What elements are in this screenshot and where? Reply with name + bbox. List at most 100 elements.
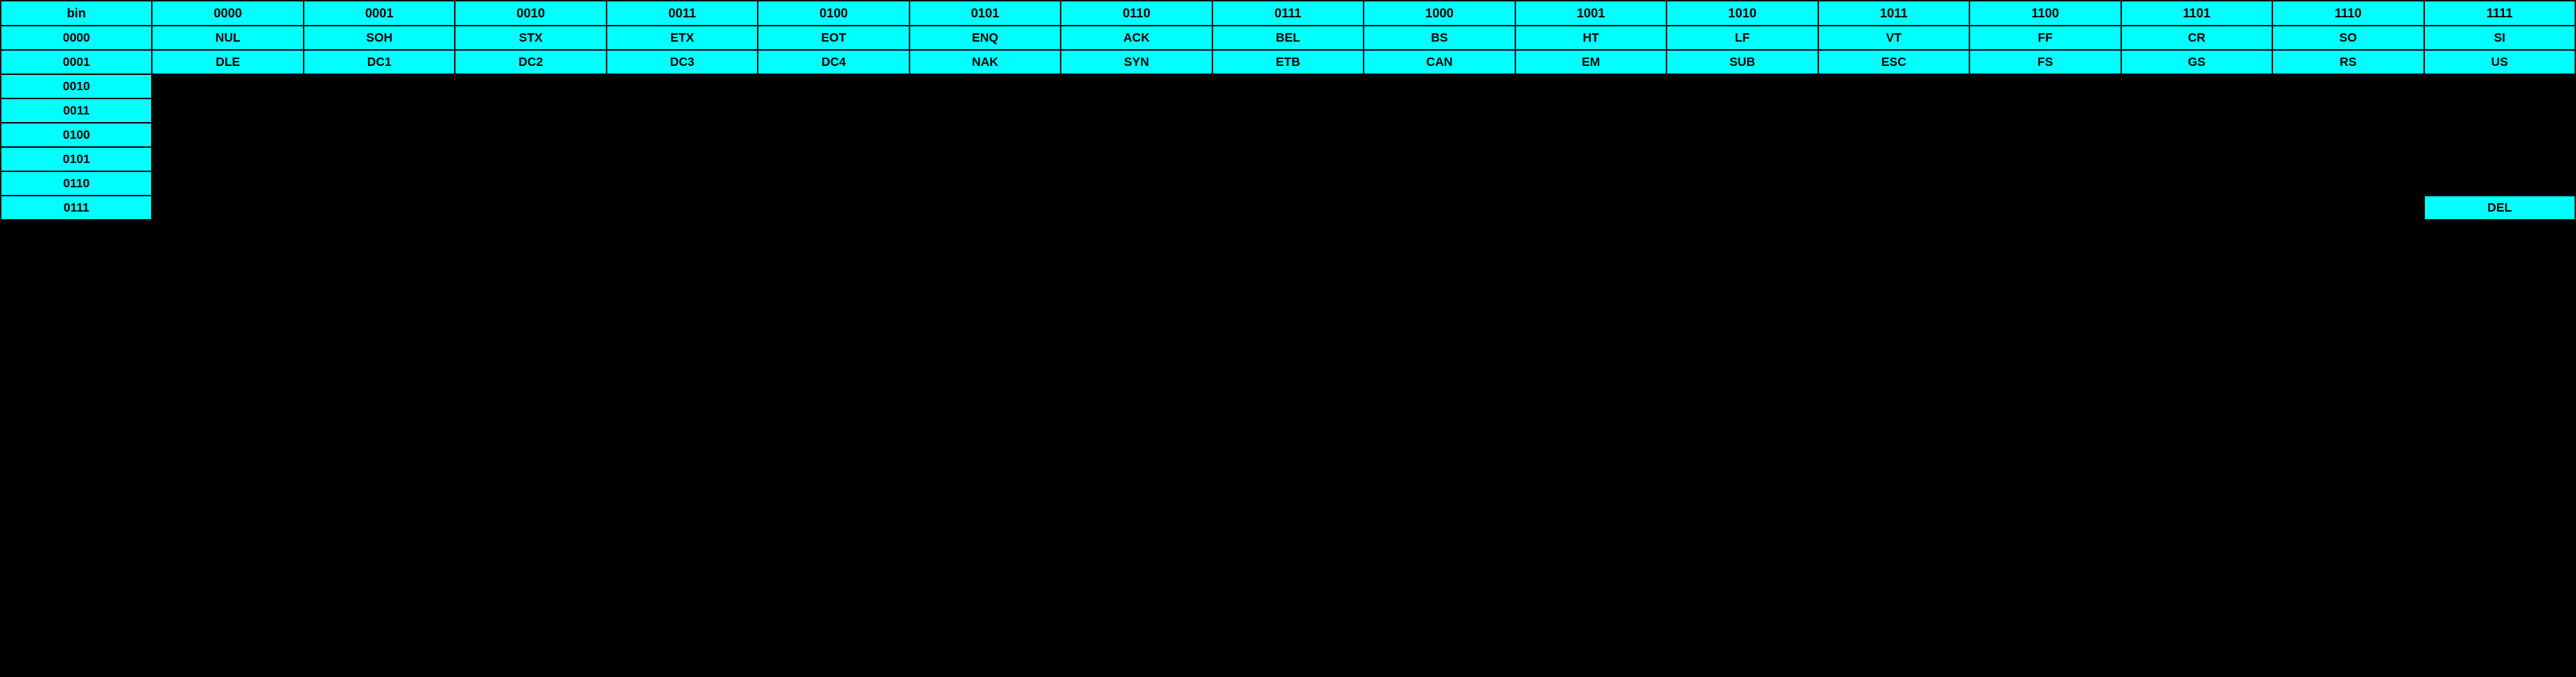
cell-0111-13 <box>2121 196 2272 220</box>
cell-0101-10 <box>1666 147 1818 171</box>
cell-0110-10 <box>1666 171 1818 196</box>
cell-0111-0 <box>152 196 303 220</box>
cell-0100-13 <box>2121 123 2272 147</box>
cell-0101-0 <box>152 147 303 171</box>
row-label-0000: 0000 <box>1 26 152 50</box>
header-col-7: 0111 <box>1212 1 1364 26</box>
cell-0000-7: BEL <box>1212 26 1364 50</box>
row-label-0010: 0010 <box>1 74 152 98</box>
cell-0010-0 <box>152 74 303 98</box>
cell-0010-13 <box>2121 74 2272 98</box>
cell-0101-4 <box>758 147 909 171</box>
cell-0011-7 <box>1212 98 1364 123</box>
cell-0111-6 <box>1061 196 1212 220</box>
cell-0000-6: ACK <box>1061 26 1212 50</box>
header-col-1: 0001 <box>304 1 455 26</box>
cell-0101-5 <box>910 147 1061 171</box>
cell-0001-3: DC3 <box>607 50 758 74</box>
cell-0011-0 <box>152 98 303 123</box>
header-col-4: 0100 <box>758 1 909 26</box>
cell-0000-8: BS <box>1364 26 1515 50</box>
cell-0011-1 <box>304 98 455 123</box>
cell-0010-8 <box>1364 74 1515 98</box>
cell-0000-13: CR <box>2121 26 2272 50</box>
cell-0101-1 <box>304 147 455 171</box>
cell-0000-3: ETX <box>607 26 758 50</box>
cell-0001-9: EM <box>1515 50 1666 74</box>
cell-0001-6: SYN <box>1061 50 1212 74</box>
cell-0110-4 <box>758 171 909 196</box>
cell-0001-4: DC4 <box>758 50 909 74</box>
table-row-0100: 0100 <box>1 123 2575 147</box>
cell-0000-10: LF <box>1666 26 1818 50</box>
cell-0101-11 <box>1818 147 1969 171</box>
cell-0110-2 <box>455 171 606 196</box>
cell-0100-4 <box>758 123 909 147</box>
cell-0001-8: CAN <box>1364 50 1515 74</box>
cell-0101-15 <box>2424 147 2576 171</box>
cell-0100-6 <box>1061 123 1212 147</box>
cell-0101-12 <box>1969 147 2121 171</box>
header-col-9: 1001 <box>1515 1 1666 26</box>
cell-0001-15: US <box>2424 50 2576 74</box>
header-col-12: 1100 <box>1969 1 2121 26</box>
cell-0010-15 <box>2424 74 2576 98</box>
cell-0101-13 <box>2121 147 2272 171</box>
header-col-8: 1000 <box>1364 1 1515 26</box>
cell-0001-13: GS <box>2121 50 2272 74</box>
cell-0001-2: DC2 <box>455 50 606 74</box>
cell-0110-5 <box>910 171 1061 196</box>
cell-0110-1 <box>304 171 455 196</box>
cell-0100-3 <box>607 123 758 147</box>
cell-0111-7 <box>1212 196 1364 220</box>
cell-0100-1 <box>304 123 455 147</box>
header-col-10: 1010 <box>1666 1 1818 26</box>
cell-0110-15 <box>2424 171 2576 196</box>
table-row-0001: 0001DLEDC1DC2DC3DC4NAKSYNETBCANEMSUBESCF… <box>1 50 2575 74</box>
cell-0100-0 <box>152 123 303 147</box>
cell-0011-3 <box>607 98 758 123</box>
cell-0100-7 <box>1212 123 1364 147</box>
cell-0011-15 <box>2424 98 2576 123</box>
cell-0001-0: DLE <box>152 50 303 74</box>
header-col-13: 1101 <box>2121 1 2272 26</box>
cell-0001-7: ETB <box>1212 50 1364 74</box>
ascii-table: bin0000000100100011010001010110011110001… <box>0 0 2576 221</box>
cell-0100-2 <box>455 123 606 147</box>
cell-0111-12 <box>1969 196 2121 220</box>
cell-0011-4 <box>758 98 909 123</box>
cell-0101-3 <box>607 147 758 171</box>
row-label-0001: 0001 <box>1 50 152 74</box>
cell-0011-12 <box>1969 98 2121 123</box>
header-col-15: 1111 <box>2424 1 2576 26</box>
cell-0011-9 <box>1515 98 1666 123</box>
cell-0100-14 <box>2272 123 2423 147</box>
cell-0110-14 <box>2272 171 2423 196</box>
cell-0000-4: EOT <box>758 26 909 50</box>
cell-0001-12: FS <box>1969 50 2121 74</box>
header-col-11: 1011 <box>1818 1 1969 26</box>
header-col-6: 0110 <box>1061 1 1212 26</box>
cell-0111-10 <box>1666 196 1818 220</box>
cell-0000-11: VT <box>1818 26 1969 50</box>
cell-0010-9 <box>1515 74 1666 98</box>
cell-0100-15 <box>2424 123 2576 147</box>
cell-0110-9 <box>1515 171 1666 196</box>
table-row-0011: 0011 <box>1 98 2575 123</box>
table-row-0101: 0101 <box>1 147 2575 171</box>
cell-0010-10 <box>1666 74 1818 98</box>
cell-0000-14: SO <box>2272 26 2423 50</box>
header-col-5: 0101 <box>910 1 1061 26</box>
header-col-3: 0011 <box>607 1 758 26</box>
header-col-14: 1110 <box>2272 1 2423 26</box>
cell-0101-8 <box>1364 147 1515 171</box>
cell-0010-5 <box>910 74 1061 98</box>
cell-0000-0: NUL <box>152 26 303 50</box>
cell-0101-7 <box>1212 147 1364 171</box>
cell-0000-5: ENQ <box>910 26 1061 50</box>
table-row-0111: 0111DEL <box>1 196 2575 220</box>
cell-0010-4 <box>758 74 909 98</box>
cell-0111-9 <box>1515 196 1666 220</box>
header-bin: bin <box>1 1 152 26</box>
table-row-0010: 0010 <box>1 74 2575 98</box>
